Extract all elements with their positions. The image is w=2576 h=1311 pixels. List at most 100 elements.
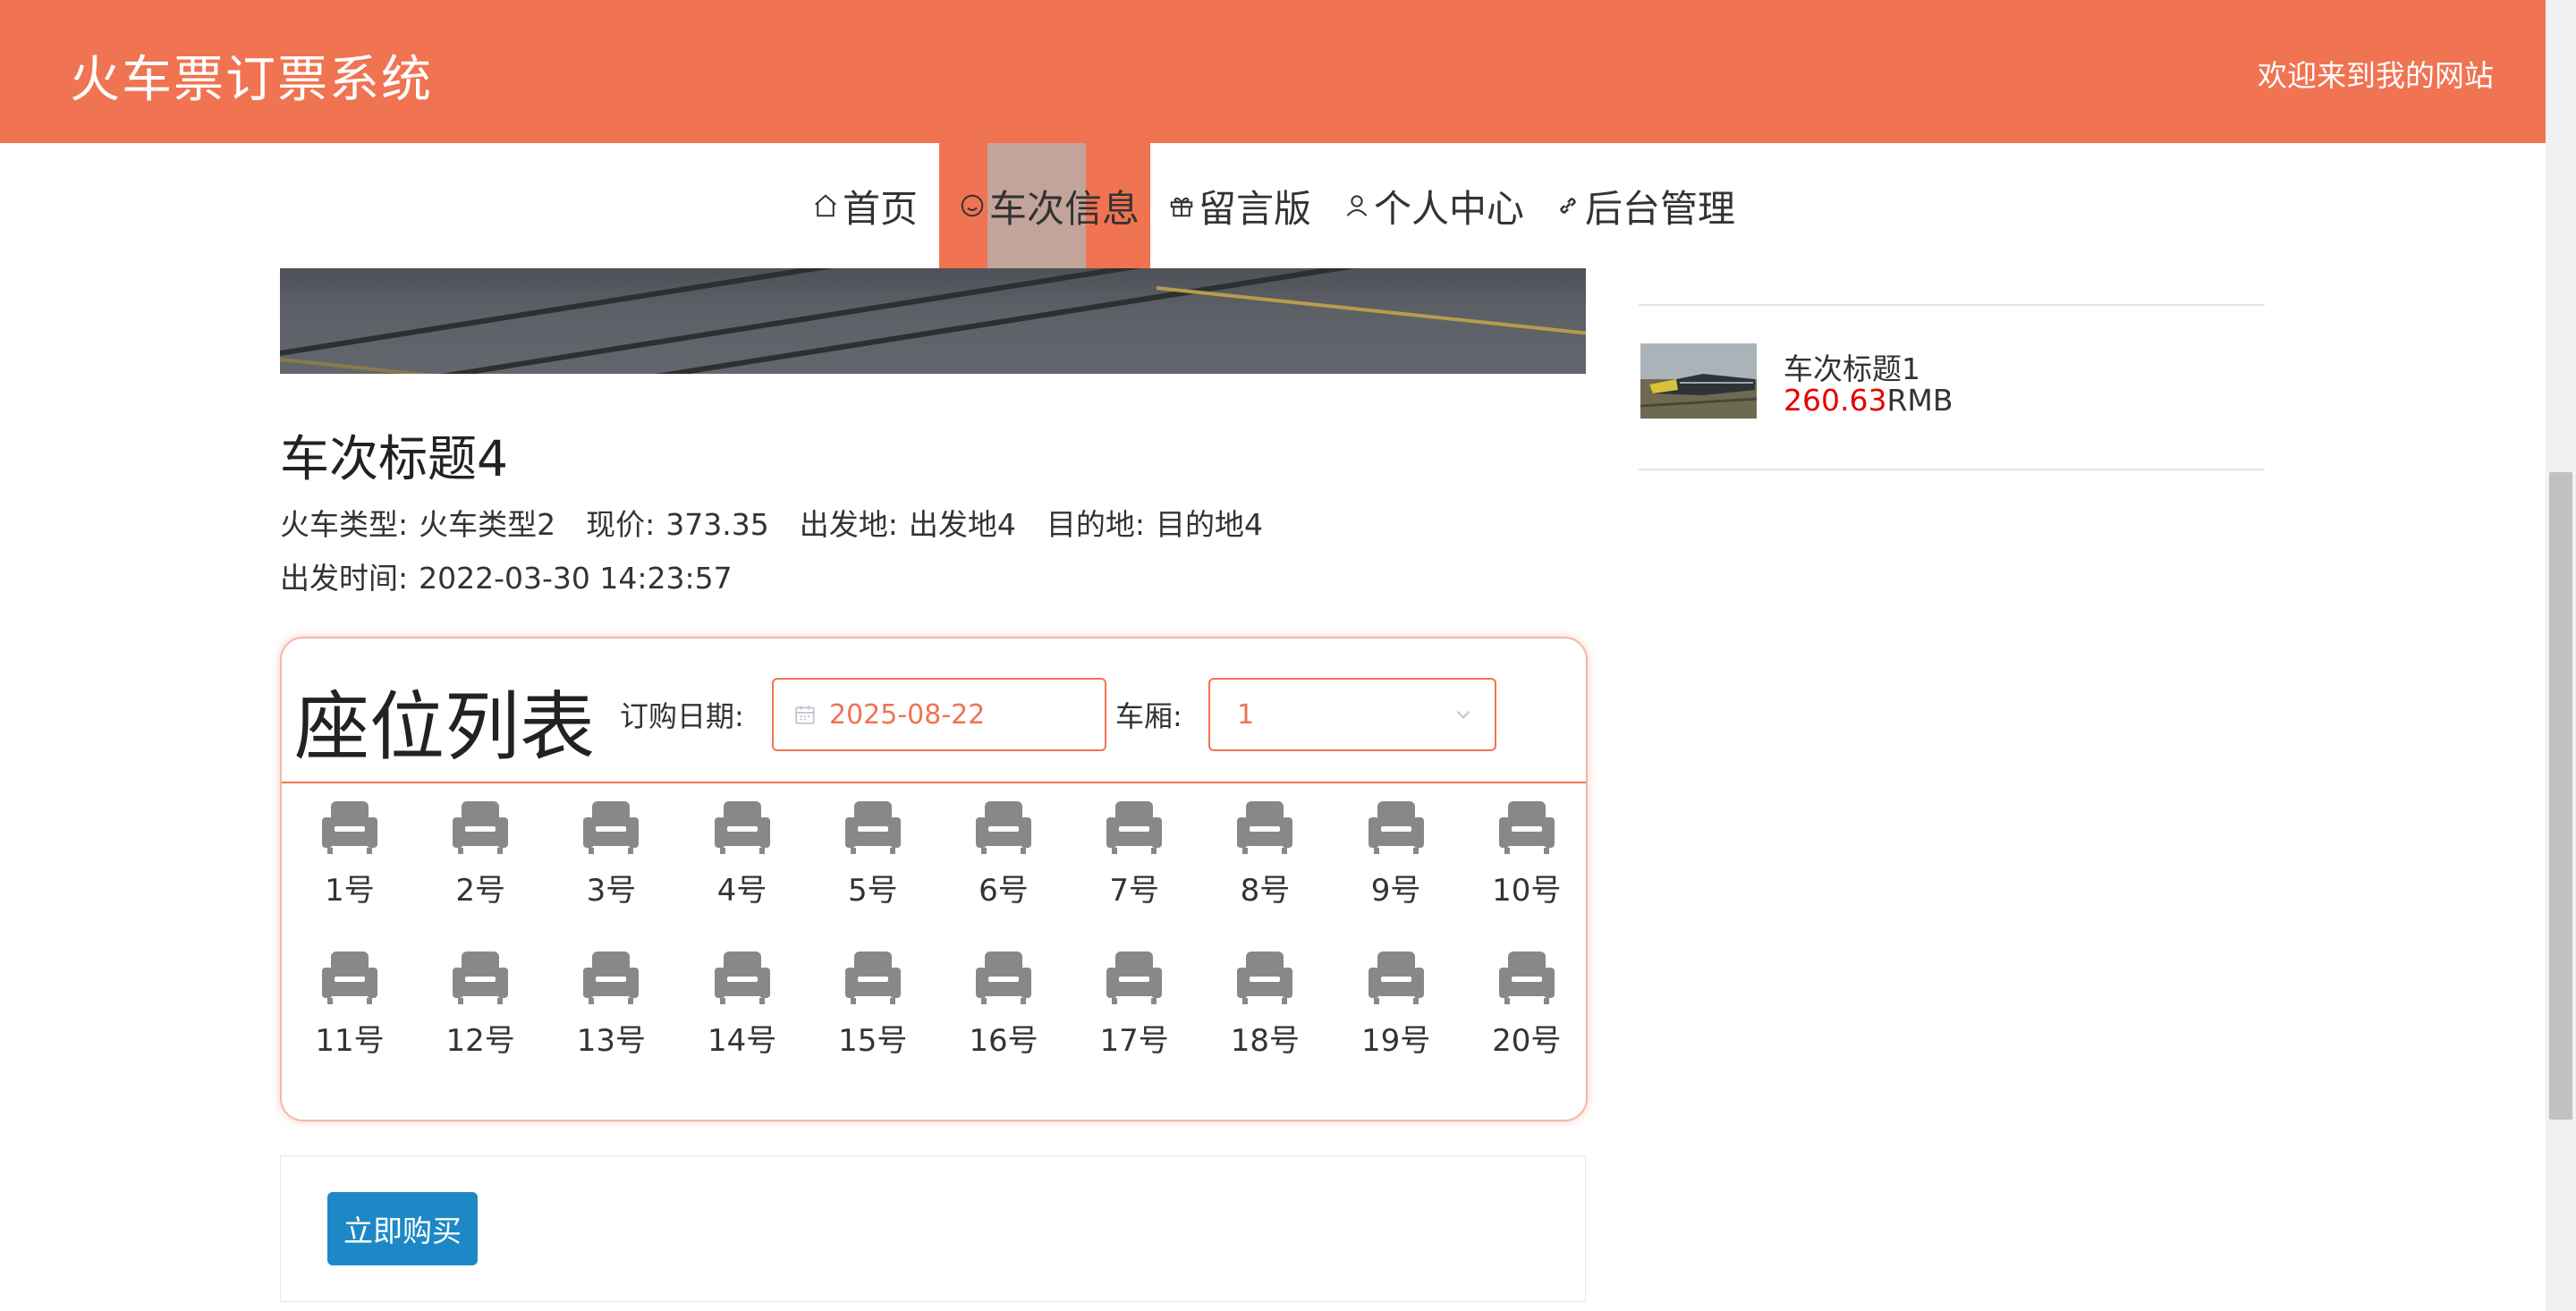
seat-13[interactable]: 13号 bbox=[557, 950, 665, 1060]
nav-item-user-center[interactable]: 个人中心 bbox=[1343, 143, 1524, 268]
seat-5[interactable]: 5号 bbox=[819, 799, 927, 909]
seat-panel-header: 座位列表 订购日期: 2025-08-22 车厢: 1 bbox=[282, 639, 1586, 783]
seat-2[interactable]: 2号 bbox=[427, 799, 534, 909]
purchase-panel: 立即购买 bbox=[280, 1155, 1586, 1302]
user-icon bbox=[1346, 195, 1368, 216]
seat-6[interactable]: 6号 bbox=[950, 799, 1057, 909]
sidebar-train-price: 260.63RMB bbox=[1784, 383, 1953, 418]
nav-label-guestbook: 留言版 bbox=[1199, 186, 1312, 231]
seat-1[interactable]: 1号 bbox=[296, 799, 403, 909]
price-label: 现价: bbox=[586, 507, 656, 542]
train-meta-row-1: 火车类型: 火车类型2 现价: 373.35 出发地: 出发地4 目的地: 目的地4 bbox=[280, 501, 1293, 544]
destination-value: 目的地4 bbox=[1155, 507, 1263, 542]
seat-icon bbox=[583, 952, 640, 1004]
seat-icon bbox=[1106, 801, 1163, 854]
scrollbar-thumb[interactable] bbox=[2549, 472, 2572, 1120]
seat-number: 1号 bbox=[325, 873, 375, 909]
seat-icon bbox=[453, 952, 509, 1004]
seat-7[interactable]: 7号 bbox=[1080, 799, 1188, 909]
home-icon bbox=[815, 194, 836, 217]
seat-number: 7号 bbox=[1109, 873, 1159, 909]
seat-number: 6号 bbox=[979, 873, 1029, 909]
seat-16[interactable]: 16号 bbox=[950, 950, 1057, 1060]
seat-icon bbox=[322, 952, 377, 1004]
train-photo bbox=[1640, 343, 1757, 419]
departure-time-label: 出发时间: bbox=[280, 561, 409, 596]
seat-icon bbox=[976, 801, 1031, 854]
seat-9[interactable]: 9号 bbox=[1343, 799, 1450, 909]
seat-number: 15号 bbox=[838, 1023, 908, 1059]
seat-number: 2号 bbox=[455, 873, 505, 909]
seat-19[interactable]: 19号 bbox=[1343, 950, 1450, 1060]
train-type-value: 火车类型2 bbox=[419, 507, 556, 542]
seat-20[interactable]: 20号 bbox=[1473, 950, 1580, 1060]
seat-3[interactable]: 3号 bbox=[557, 799, 665, 909]
seat-icon bbox=[976, 952, 1031, 1004]
seat-12[interactable]: 12号 bbox=[427, 950, 534, 1060]
seat-18[interactable]: 18号 bbox=[1211, 950, 1318, 1060]
sidebar-divider-top bbox=[1639, 304, 2265, 306]
nav-item-admin[interactable]: 后台管理 bbox=[1555, 143, 1735, 268]
train-meta-row-2: 出发时间: 2022-03-30 14:23:57 bbox=[280, 554, 763, 597]
seat-number: 20号 bbox=[1492, 1023, 1562, 1059]
departure-value: 出发地4 bbox=[908, 507, 1016, 542]
seat-number: 8号 bbox=[1240, 873, 1291, 909]
train-title: 车次标题4 bbox=[280, 430, 508, 487]
seat-icon bbox=[1368, 952, 1424, 1004]
gift-icon bbox=[1170, 197, 1193, 217]
order-date-label: 订购日期: bbox=[620, 699, 744, 733]
sidebar-divider-bottom bbox=[1639, 469, 2265, 470]
seat-icon bbox=[453, 801, 509, 854]
seat-number: 17号 bbox=[1099, 1023, 1169, 1059]
seat-4[interactable]: 4号 bbox=[689, 799, 796, 909]
departure-label: 出发地: bbox=[799, 507, 898, 542]
seat-15[interactable]: 15号 bbox=[819, 950, 927, 1060]
seat-number: 19号 bbox=[1360, 1023, 1431, 1059]
sidebar-train-thumbnail[interactable] bbox=[1640, 343, 1757, 419]
buy-now-button[interactable]: 立即购买 bbox=[327, 1192, 478, 1265]
nav-item-train-info[interactable]: 车次信息 bbox=[939, 143, 1150, 268]
welcome-text: 欢迎来到我的网站 bbox=[2258, 58, 2494, 93]
seat-icon bbox=[1498, 801, 1555, 854]
seat-8[interactable]: 8号 bbox=[1211, 799, 1318, 909]
main-nav: 首页 车次信息 留言版 个人中心 后台管理 bbox=[0, 143, 2546, 268]
train-banner-image bbox=[280, 268, 1586, 374]
seat-number: 11号 bbox=[315, 1023, 385, 1059]
order-date-value: 2025-08-22 bbox=[829, 698, 986, 731]
nav-item-home[interactable]: 首页 bbox=[812, 143, 918, 268]
site-title: 火车票订票系统 bbox=[70, 51, 433, 109]
seat-icon bbox=[1237, 952, 1293, 1004]
top-header: 火车票订票系统 欢迎来到我的网站 bbox=[0, 0, 2546, 143]
seat-number: 9号 bbox=[1370, 873, 1421, 909]
nav-label-admin: 后台管理 bbox=[1585, 186, 1736, 231]
seat-number: 13号 bbox=[576, 1023, 647, 1059]
seat-17[interactable]: 17号 bbox=[1080, 950, 1188, 1060]
link-icon bbox=[1560, 198, 1576, 214]
destination-label: 目的地: bbox=[1046, 507, 1145, 542]
departure-time-value: 2022-03-30 14:23:57 bbox=[419, 561, 733, 596]
seat-icon bbox=[714, 801, 770, 854]
nav-item-guestbook[interactable]: 留言版 bbox=[1168, 143, 1311, 268]
nav-label-train-info: 车次信息 bbox=[989, 186, 1140, 231]
seat-11[interactable]: 11号 bbox=[296, 950, 403, 1060]
seat-icon bbox=[844, 952, 901, 1004]
seat-number: 3号 bbox=[586, 873, 637, 909]
page: 火车票订票系统 欢迎来到我的网站 首页 车次信息 留言版 个人中心 后台管理 车… bbox=[0, 0, 2546, 1311]
smile-icon bbox=[961, 194, 984, 217]
seat-14[interactable]: 14号 bbox=[689, 950, 796, 1060]
sidebar-train-title[interactable]: 车次标题1 bbox=[1784, 345, 1920, 388]
seat-10[interactable]: 10号 bbox=[1473, 799, 1580, 909]
car-select[interactable]: 1 bbox=[1208, 678, 1496, 751]
seat-icon bbox=[1498, 952, 1555, 1004]
seat-number: 5号 bbox=[847, 873, 898, 909]
seat-list-title: 座位列表 bbox=[294, 683, 596, 771]
order-date-picker[interactable]: 2025-08-22 bbox=[772, 678, 1106, 751]
sidebar-price-currency: RMB bbox=[1886, 383, 1953, 418]
seat-number: 16号 bbox=[969, 1023, 1038, 1059]
seat-icon bbox=[1368, 801, 1424, 854]
car-label: 车厢: bbox=[1115, 699, 1182, 733]
chevron-down-icon bbox=[1456, 710, 1470, 719]
seat-number: 14号 bbox=[707, 1023, 777, 1059]
seat-icon bbox=[844, 801, 901, 854]
seat-number: 10号 bbox=[1492, 873, 1562, 909]
